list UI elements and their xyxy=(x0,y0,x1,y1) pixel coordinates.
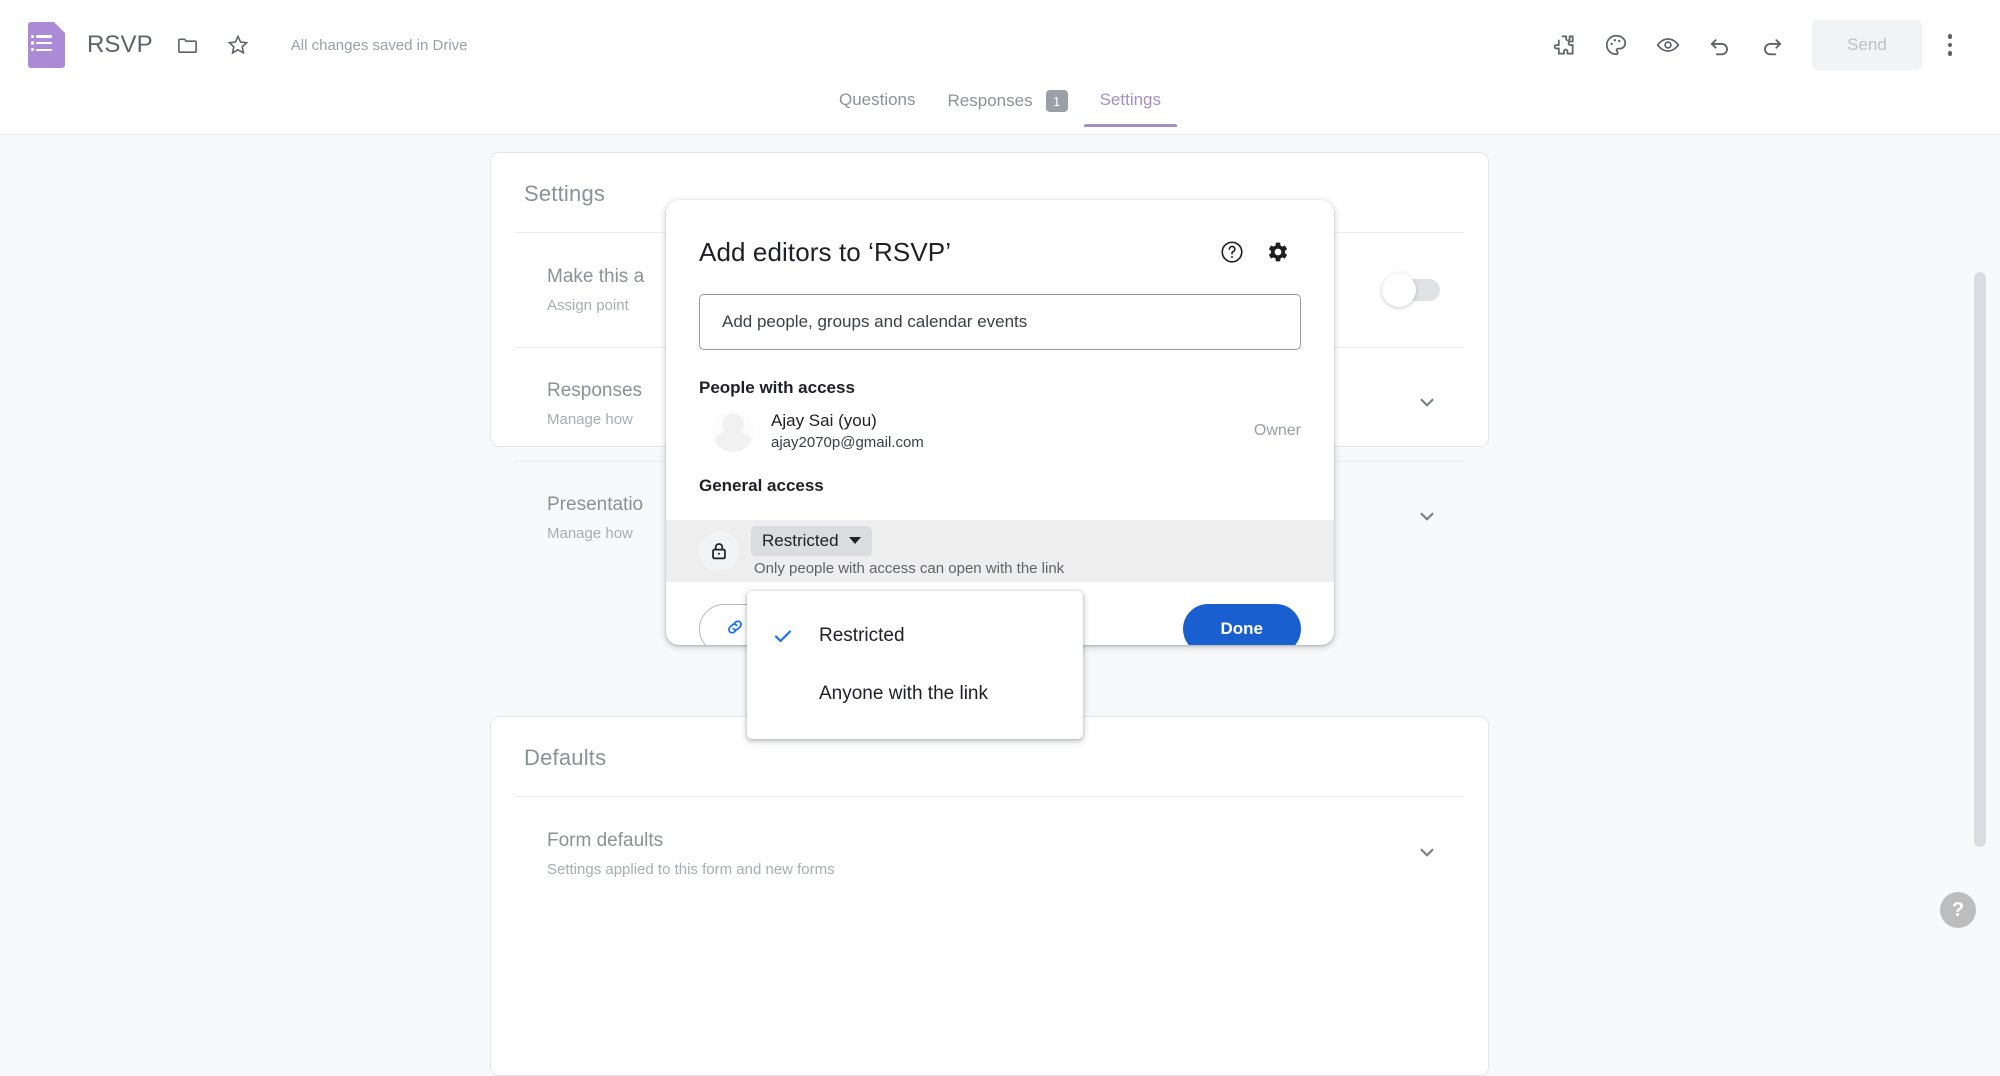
done-button[interactable]: Done xyxy=(1183,604,1302,645)
puzzle-piece-icon[interactable] xyxy=(1542,23,1586,67)
tab-responses[interactable]: Responses 1 xyxy=(932,90,1084,129)
general-access-row[interactable]: Restricted Only people with access can o… xyxy=(666,520,1334,582)
settings-row-quiz-title: Make this a xyxy=(547,266,644,288)
person-email: ajay2070p@gmail.com xyxy=(771,434,1254,451)
top-app-bar: RSVP All changes saved in Drive xyxy=(0,0,2000,90)
people-with-access-heading: People with access xyxy=(699,378,1334,398)
help-button[interactable]: ? xyxy=(1940,892,1976,928)
save-status-text: All changes saved in Drive xyxy=(291,37,468,54)
access-level-value: Restricted xyxy=(762,531,839,551)
send-button[interactable]: Send xyxy=(1812,20,1922,70)
form-title[interactable]: RSVP xyxy=(87,31,153,59)
tab-questions-label: Questions xyxy=(839,90,916,110)
access-level-description: Only people with access can open with th… xyxy=(754,560,1064,577)
palette-icon[interactable] xyxy=(1594,23,1638,67)
access-level-menu: Restricted Anyone with the link xyxy=(747,591,1083,739)
forms-icon-lines xyxy=(36,35,52,55)
tab-settings-label: Settings xyxy=(1100,90,1161,110)
tab-settings[interactable]: Settings xyxy=(1084,90,1177,127)
defaults-row-title: Form defaults xyxy=(547,830,835,852)
google-forms-icon[interactable] xyxy=(28,22,65,68)
tab-questions[interactable]: Questions xyxy=(823,90,932,127)
vertical-scrollbar[interactable] xyxy=(1972,272,1988,1076)
general-access-heading: General access xyxy=(699,476,1334,496)
settings-card-heading: Settings xyxy=(491,153,1488,207)
settings-row-presentation-sub: Manage how xyxy=(547,525,643,542)
settings-row-responses-sub: Manage how xyxy=(547,411,642,428)
make-quiz-toggle[interactable] xyxy=(1384,279,1440,301)
menu-item-restricted-label: Restricted xyxy=(819,625,905,647)
undo-icon[interactable] xyxy=(1698,23,1742,67)
add-people-placeholder: Add people, groups and calendar events xyxy=(722,312,1027,332)
folder-icon[interactable] xyxy=(173,30,203,60)
gear-icon[interactable] xyxy=(1258,232,1298,272)
defaults-card: Defaults Form defaults Settings applied … xyxy=(490,716,1489,1076)
general-access-control: Restricted Only people with access can o… xyxy=(751,526,1064,577)
person-row[interactable]: Ajay Sai (you) ajay2070p@gmail.com Owner xyxy=(666,398,1334,452)
settings-row-responses-title: Responses xyxy=(547,380,642,402)
star-icon[interactable] xyxy=(223,30,253,60)
settings-row-responses-text: Responses Manage how xyxy=(547,380,642,428)
lock-icon xyxy=(699,531,739,571)
menu-item-anyone-with-link[interactable]: Anyone with the link xyxy=(747,665,1083,723)
link-icon xyxy=(724,616,746,643)
menu-item-anyone-with-link-label: Anyone with the link xyxy=(819,683,988,705)
three-dot-menu-icon[interactable] xyxy=(1928,23,1972,67)
settings-row-presentation-text: Presentatio Manage how xyxy=(547,494,643,542)
settings-row-quiz-sub: Assign point xyxy=(547,297,644,314)
chevron-down-icon[interactable] xyxy=(1414,389,1440,419)
scrollbar-thumb[interactable] xyxy=(1974,272,1986,847)
help-circle-icon[interactable] xyxy=(1212,232,1252,272)
chevron-down-icon xyxy=(849,537,861,544)
menu-item-restricted[interactable]: Restricted xyxy=(747,607,1083,665)
chevron-down-icon[interactable] xyxy=(1414,503,1440,533)
person-info: Ajay Sai (you) ajay2070p@gmail.com xyxy=(771,411,1254,451)
add-people-input[interactable]: Add people, groups and calendar events xyxy=(699,294,1301,350)
redo-icon[interactable] xyxy=(1750,23,1794,67)
person-name: Ajay Sai (you) xyxy=(771,411,1254,431)
avatar-placeholder-icon xyxy=(712,410,754,452)
defaults-row-text: Form defaults Settings applied to this f… xyxy=(547,830,835,878)
dialog-title: Add editors to ‘RSVP’ xyxy=(699,237,1206,268)
defaults-row-form-defaults[interactable]: Form defaults Settings applied to this f… xyxy=(491,797,1488,911)
form-tabs: Questions Responses 1 Settings xyxy=(0,90,2000,135)
settings-row-presentation-title: Presentatio xyxy=(547,494,643,516)
settings-row-quiz-text: Make this a Assign point xyxy=(547,266,644,314)
chevron-down-icon[interactable] xyxy=(1414,839,1440,869)
dialog-header: Add editors to ‘RSVP’ xyxy=(666,200,1334,272)
eye-icon[interactable] xyxy=(1646,23,1690,67)
checkmark-icon xyxy=(764,624,802,648)
access-level-dropdown-button[interactable]: Restricted xyxy=(751,526,872,556)
person-role: Owner xyxy=(1254,422,1301,440)
add-editors-dialog: Add editors to ‘RSVP’ Add people, groups… xyxy=(666,200,1334,645)
responses-count-badge: 1 xyxy=(1046,90,1068,112)
defaults-row-sub: Settings applied to this form and new fo… xyxy=(547,861,835,878)
tab-responses-label: Responses xyxy=(948,91,1033,111)
